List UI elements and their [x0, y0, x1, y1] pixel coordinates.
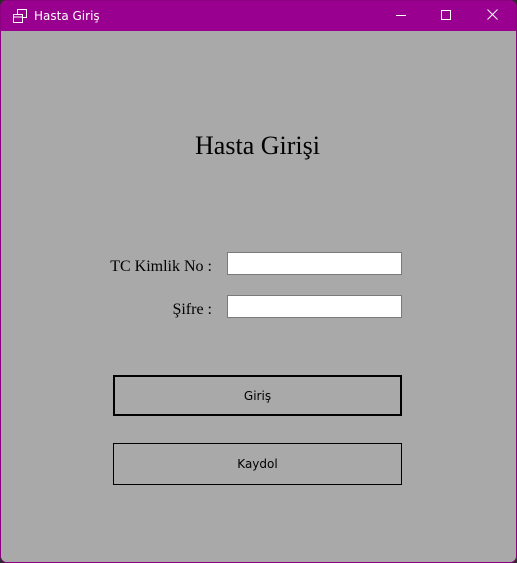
maximize-button[interactable] — [423, 1, 469, 31]
close-button[interactable] — [469, 1, 515, 31]
window-title: Hasta Giriş — [34, 9, 100, 23]
app-icon — [13, 9, 27, 23]
tc-kimlik-input[interactable] — [227, 252, 402, 275]
title-bar[interactable]: Hasta Giriş — [1, 1, 516, 31]
maximize-icon — [441, 9, 451, 23]
tc-kimlik-label: TC Kimlik No : — [110, 258, 212, 275]
minimize-icon — [396, 9, 406, 23]
register-button[interactable]: Kaydol — [113, 443, 402, 485]
close-icon — [486, 9, 498, 23]
login-button[interactable]: Giriş — [113, 375, 402, 416]
password-input[interactable] — [227, 295, 402, 318]
page-title: Hasta Girişi — [195, 131, 320, 160]
form-area: Hasta Girişi TC Kimlik No : Şifre : Giri… — [1, 31, 516, 562]
app-window: Hasta Giriş Hasta Girişi TC Kimlik No: … — [0, 0, 517, 563]
password-label: Şifre : — [172, 301, 212, 318]
minimize-button[interactable] — [378, 1, 424, 31]
